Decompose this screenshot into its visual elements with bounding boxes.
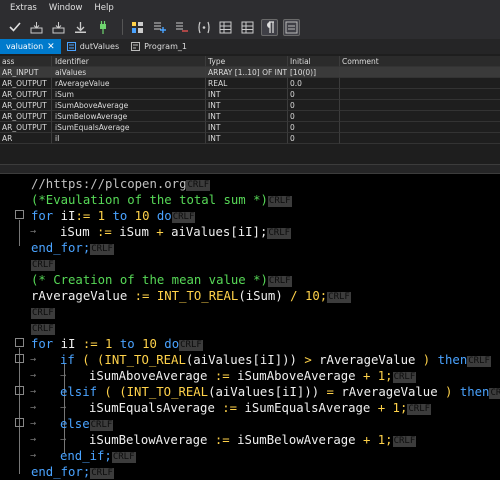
- header-comment[interactable]: Comment: [340, 56, 500, 67]
- crlf-marker: CRLF: [186, 180, 211, 191]
- menu-extras[interactable]: Extras: [10, 3, 37, 13]
- code-line[interactable]: → end_if;CRLF: [0, 448, 500, 464]
- menu-window[interactable]: Window: [49, 3, 83, 13]
- code-line[interactable]: (*Evaulation of the total sum *)CRLF: [0, 192, 500, 208]
- tab-arrow-icon: →: [30, 450, 37, 461]
- code-editor[interactable]: //https://plcopen.orgCRLF (*Evaulation o…: [0, 174, 500, 480]
- table-row[interactable]: AR_OUTPUT iSum INT 0: [0, 89, 500, 100]
- tab-arrow-icon: →: [60, 370, 67, 381]
- build-icon[interactable]: [28, 19, 45, 36]
- tab-arrow-icon: →: [60, 402, 67, 413]
- tab-arrow-icon: →: [30, 418, 37, 429]
- tab-dutvalues[interactable]: dutValues: [61, 39, 125, 54]
- replace-icon[interactable]: [283, 18, 300, 36]
- table-row[interactable]: AR_INPUT aiValues ARRAY [1..10] OF INT […: [0, 67, 500, 78]
- table-row[interactable]: AR_OUTPUT rAverageValue REAL 0.0: [0, 78, 500, 89]
- download-icon[interactable]: [72, 19, 89, 36]
- table-row[interactable]: AR iI INT 0: [0, 133, 500, 144]
- editor-tabs: valuation ✕ dutValues Program_1: [0, 39, 500, 54]
- code-line[interactable]: → elseCRLF: [0, 416, 500, 432]
- table-row[interactable]: AR_OUTPUT iSumBelowAverage INT 0: [0, 111, 500, 122]
- pilcrow-icon[interactable]: [261, 18, 278, 36]
- code-line[interactable]: CRLF: [0, 304, 500, 320]
- rebuild-icon[interactable]: [50, 19, 67, 36]
- declaration-header: ass Identifier Type Initial Comment: [0, 56, 500, 67]
- table-row[interactable]: AR_OUTPUT iSumEqualsAverage INT 0: [0, 122, 500, 133]
- tab-program-label: Program_1: [144, 42, 187, 51]
- tab-arrow-icon: →: [30, 386, 37, 397]
- code-line[interactable]: → if ( (INT_TO_REAL(aiValues[iI])) > rAv…: [0, 352, 500, 368]
- code-line[interactable]: → → iSumAboveAverage := iSumAboveAverage…: [0, 368, 500, 384]
- table-icon[interactable]: [217, 19, 234, 36]
- table-edit-icon[interactable]: [239, 19, 256, 36]
- toolbar-separator: [122, 19, 123, 35]
- checkmark-icon[interactable]: [6, 19, 23, 36]
- menu-help[interactable]: Help: [94, 3, 113, 13]
- plug-icon[interactable]: [94, 19, 111, 36]
- code-line[interactable]: for iI := 1 to 10 doCRLF: [0, 336, 500, 352]
- header-identifier[interactable]: Identifier: [52, 56, 206, 67]
- code-line[interactable]: for iI:= 1 to 10 doCRLF: [0, 208, 500, 224]
- code-line[interactable]: → → iSumEqualsAverage := iSumEqualsAvera…: [0, 400, 500, 416]
- tab-arrow-icon: →: [30, 370, 37, 381]
- table-row[interactable]: AR_OUTPUT iSumAboveAverage INT 0: [0, 100, 500, 111]
- struct-icon: [66, 42, 76, 51]
- toolbar: [0, 15, 500, 39]
- declaration-table: ass Identifier Type Initial Comment AR_I…: [0, 56, 500, 164]
- tab-evaluation[interactable]: valuation ✕: [0, 39, 61, 54]
- menu-bar: Extras Window Help: [0, 0, 500, 15]
- tab-arrow-icon: →: [30, 434, 37, 445]
- code-line[interactable]: end_for;CRLF: [0, 240, 500, 256]
- tab-arrow-icon: →: [30, 226, 37, 237]
- code-line[interactable]: → iSum := iSum + aiValues[iI];CRLF: [0, 224, 500, 240]
- code-line[interactable]: → elsif ( (INT_TO_REAL(aiValues[iI])) = …: [0, 384, 500, 400]
- tab-dutvalues-label: dutValues: [79, 42, 120, 51]
- list-add-icon[interactable]: [151, 19, 168, 36]
- list-remove-icon[interactable]: [173, 19, 190, 36]
- header-initial[interactable]: Initial: [288, 56, 340, 67]
- tab-evaluation-label: valuation: [6, 42, 44, 51]
- editor-splitter[interactable]: [0, 164, 500, 174]
- close-icon[interactable]: ✕: [47, 42, 55, 52]
- code-line[interactable]: (* Creation of the mean value *)CRLF: [0, 272, 500, 288]
- code-line[interactable]: CRLF: [0, 256, 500, 272]
- program-icon: [131, 42, 141, 51]
- header-type[interactable]: Type: [206, 56, 288, 67]
- code-line[interactable]: CRLF: [0, 320, 500, 336]
- tab-arrow-icon: →: [30, 402, 37, 413]
- code-line[interactable]: rAverageValue := INT_TO_REAL(iSum) / 10;…: [0, 288, 500, 304]
- header-class[interactable]: ass: [0, 56, 52, 67]
- tab-program[interactable]: Program_1: [125, 39, 193, 54]
- grid-icon[interactable]: [129, 19, 146, 36]
- tab-arrow-icon: →: [60, 434, 67, 445]
- code-line[interactable]: → → iSumBelowAverage := iSumBelowAverage…: [0, 432, 500, 448]
- brackets-icon[interactable]: [195, 19, 212, 36]
- code-line[interactable]: end_for;CRLF: [0, 464, 500, 480]
- tab-arrow-icon: →: [30, 354, 37, 365]
- code-line[interactable]: //https://plcopen.orgCRLF: [0, 176, 500, 192]
